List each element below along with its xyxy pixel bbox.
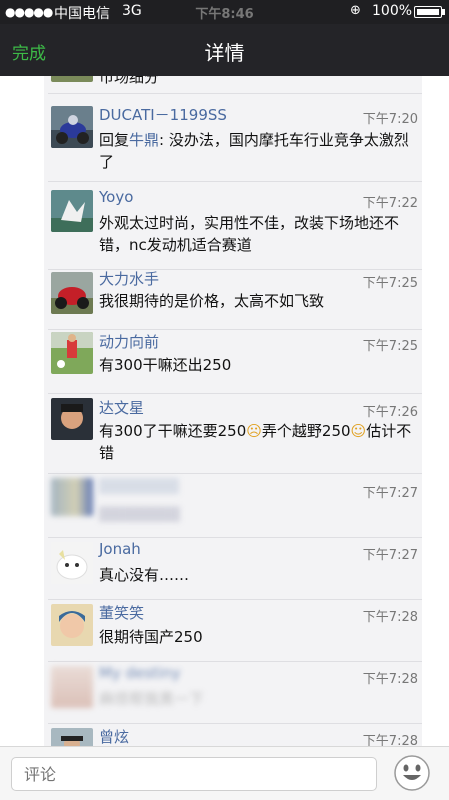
comment-text: 回复牛鼎: 没办法，国内摩托车行业竞争太激烈了 <box>99 129 414 173</box>
comment-text: ▇▇▇▇▇▇▇ <box>99 504 180 522</box>
list-item[interactable]: 大力水手 下午7:25 我很期待的是价格，太高不如飞致 <box>44 270 422 330</box>
comment-list[interactable]: 市场细分 DUCATI－1199SS 下午7:20 回复牛鼎: 没办法，国内摩托… <box>44 76 422 746</box>
commenter-name[interactable]: Yoyo <box>99 188 133 206</box>
commenter-name[interactable]: 动力向前 <box>99 331 159 352</box>
mention-link[interactable]: 牛鼎 <box>129 131 159 149</box>
commenter-name[interactable]: 大力水手 <box>99 268 159 289</box>
comment-text: 外观太过时尚，实用性不佳，改装下场地还不错，nc发动机适合赛道 <box>99 214 400 254</box>
commenter-name[interactable]: Jonah <box>99 540 141 558</box>
comment-body: 弄个越野250 <box>261 422 351 440</box>
avatar[interactable] <box>51 332 93 374</box>
comment-text: 真心没有…… <box>99 566 190 584</box>
status-bar: ●●●●● 中国电信 3G 下午8:46 ⊕ 100% <box>0 0 449 24</box>
grin-emoji-icon: ☺ <box>350 422 367 440</box>
comment-time: 下午7:25 <box>362 276 418 291</box>
comment-text: 我很期待的是价格，太高不如飞致 <box>99 292 325 310</box>
list-item[interactable]: 曾炫 下午7:28 <box>44 724 422 746</box>
comment-time: 下午7:28 <box>362 672 418 687</box>
avatar-image <box>51 728 93 746</box>
avatar-image <box>51 106 93 148</box>
comment-text: 市场细分 <box>99 76 160 86</box>
list-item: 市场细分 <box>44 76 422 94</box>
avatar[interactable] <box>51 728 93 746</box>
list-item[interactable]: 董笑笑 下午7:28 很期待国产250 <box>44 600 422 662</box>
smiley-face-icon[interactable] <box>393 754 431 792</box>
avatar[interactable] <box>51 190 93 232</box>
comment-time: 下午7:28 <box>362 610 418 625</box>
avatar[interactable] <box>51 478 93 516</box>
avatar-image <box>51 398 93 440</box>
list-item[interactable]: 达文星 下午7:26 有300了干嘛还要250☹弄个越野250☺估计不错 <box>44 394 422 474</box>
navigation-bar: 完成 详情 <box>0 24 449 76</box>
avatar[interactable] <box>51 398 93 440</box>
avatar-image <box>51 272 93 314</box>
commenter-name[interactable]: 达文星 <box>99 397 144 418</box>
avatar[interactable] <box>51 272 93 314</box>
comment-body: 有300了干嘛还要250 <box>99 422 247 440</box>
avatar-image <box>51 542 93 584</box>
avatar-image <box>51 332 93 374</box>
list-item[interactable]: Yoyo 下午7:22 外观太过时尚，实用性不佳，改装下场地还不错，nc发动机适… <box>44 182 422 270</box>
comment-text: 有300了干嘛还要250☹弄个越野250☺估计不错 <box>99 420 414 464</box>
comment-input[interactable] <box>11 757 377 791</box>
comment-time: 下午7:27 <box>362 548 418 563</box>
battery-tip-icon <box>442 9 445 15</box>
avatar-image <box>51 190 93 232</box>
rotation-lock-icon: ⊕ <box>350 3 361 18</box>
commenter-name[interactable]: 曾炫 <box>99 726 129 746</box>
avatar[interactable] <box>51 604 93 646</box>
confused-emoji-icon: ☹ <box>246 422 262 440</box>
commenter-name[interactable]: My destiny <box>99 664 181 682</box>
battery-icon <box>414 6 442 18</box>
comment-bar <box>0 746 449 800</box>
list-item[interactable]: 动力向前 下午7:25 有300干嘛还出250 <box>44 330 422 394</box>
comment-text: 麻烦帮我黑一下 <box>99 690 205 708</box>
page-title: 详情 <box>204 41 245 65</box>
avatar[interactable] <box>51 666 93 708</box>
comment-text: 有300干嘛还出250 <box>99 356 232 374</box>
comment-time: 下午7:22 <box>362 196 418 211</box>
avatar[interactable] <box>51 106 93 148</box>
comment-time: 下午7:26 <box>362 405 418 420</box>
comment-text: 很期待国产250 <box>99 628 203 646</box>
battery-percent: 100% <box>372 3 413 19</box>
comment-time: 下午7:27 <box>362 486 418 501</box>
reply-prefix: 回复 <box>99 131 130 149</box>
commenter-name[interactable]: DUCATI－1199SS <box>99 104 227 125</box>
list-item[interactable]: DUCATI－1199SS 下午7:20 回复牛鼎: 没办法，国内摩托车行业竞争… <box>44 94 422 182</box>
list-item[interactable]: 下午7:27 ▇▇▇▇▇▇▇ <box>44 474 422 538</box>
list-item[interactable]: My destiny 下午7:28 麻烦帮我黑一下 <box>44 662 422 724</box>
emoji-button-graphic <box>394 755 430 791</box>
avatar-image <box>51 604 93 646</box>
avatar <box>51 76 93 82</box>
commenter-name[interactable] <box>99 478 179 494</box>
commenter-name[interactable]: 董笑笑 <box>99 602 144 623</box>
comment-time: 下午7:25 <box>362 339 418 354</box>
comment-time: 下午7:20 <box>362 112 418 127</box>
avatar[interactable] <box>51 542 93 584</box>
list-item[interactable]: Jonah 下午7:27 真心没有…… <box>44 538 422 600</box>
comment-time: 下午7:28 <box>362 734 418 746</box>
